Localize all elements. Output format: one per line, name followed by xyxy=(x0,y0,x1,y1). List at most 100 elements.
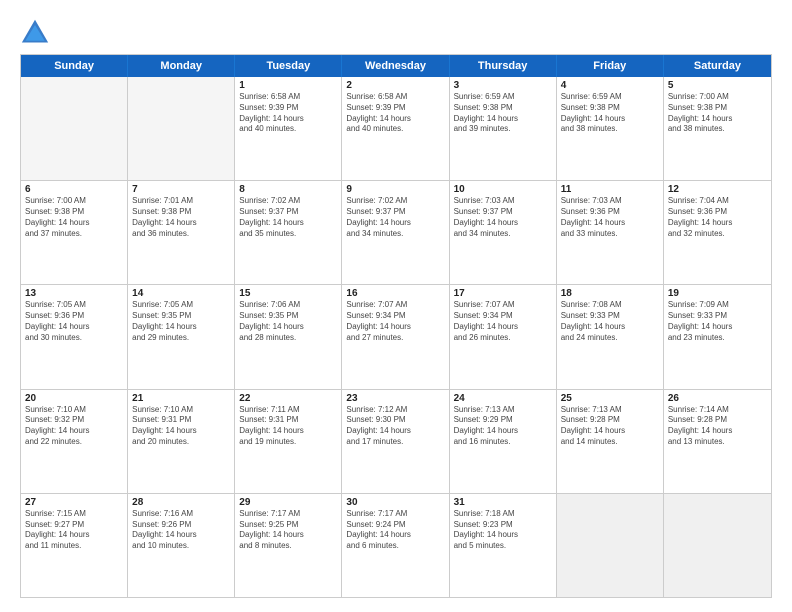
cell-info-line: Daylight: 14 hours xyxy=(454,322,552,333)
day-number: 7 xyxy=(132,184,230,195)
day-number: 4 xyxy=(561,80,659,91)
day-number: 31 xyxy=(454,497,552,508)
calendar-cell-2-5: 10Sunrise: 7:03 AMSunset: 9:37 PMDayligh… xyxy=(450,181,557,284)
cell-info-line: Sunset: 9:38 PM xyxy=(132,207,230,218)
cell-info-line: Sunset: 9:37 PM xyxy=(239,207,337,218)
cell-info-line: Sunrise: 7:00 AM xyxy=(668,92,767,103)
cell-info-line: and 24 minutes. xyxy=(561,333,659,344)
calendar-row-4: 20 Sunrise: 7:10 AM Sunset: 9:32 PM Dayligh… xyxy=(21,389,771,493)
cell-info-line: Sunset: 9:37 PM xyxy=(454,207,552,218)
cell-info-line: Sunset: 9:28 PM xyxy=(561,415,659,426)
cell-info-line: and 40 minutes. xyxy=(239,124,337,135)
day-number: 8 xyxy=(239,184,337,195)
cell-info-line: Sunrise: 7:07 AM xyxy=(454,300,552,311)
cell-info-line: and 30 minutes. xyxy=(25,333,123,344)
cell-info-line: Daylight: 14 hours xyxy=(25,218,123,229)
cell-info-line: Sunset: 9:36 PM xyxy=(561,207,659,218)
calendar-cell-3-6: 18Sunrise: 7:08 AMSunset: 9:33 PMDayligh… xyxy=(557,285,664,388)
calendar-cell-1-6: 4Sunrise: 6:59 AMSunset: 9:38 PMDaylight… xyxy=(557,77,664,180)
cell-info-line: Sunset: 9:27 PM xyxy=(25,520,123,531)
weekday-header-wednesday: Wednesday xyxy=(342,55,449,77)
cell-info-line: Sunrise: 7:03 AM xyxy=(454,196,552,207)
calendar-cell-3-3: 15Sunrise: 7:06 AMSunset: 9:35 PMDayligh… xyxy=(235,285,342,388)
cell-info-line: Sunrise: 7:06 AM xyxy=(239,300,337,311)
day-number: 30 xyxy=(346,497,444,508)
cell-info-line: Daylight: 14 hours xyxy=(132,530,230,541)
calendar-row-5: 27Sunrise: 7:15 AMSunset: 9:27 PMDayligh… xyxy=(21,493,771,597)
cell-info-line: Sunrise: 7:10 AM xyxy=(132,405,230,416)
cell-info-line: Sunrise: 7:09 AM xyxy=(668,300,767,311)
cell-info-line: Sunset: 9:30 PM xyxy=(346,415,444,426)
cell-info-line: and 23 minutes. xyxy=(668,333,767,344)
calendar-cell-1-4: 2Sunrise: 6:58 AMSunset: 9:39 PMDaylight… xyxy=(342,77,449,180)
calendar-cell-4-6: 25Sunrise: 7:13 AMSunset: 9:28 PMDayligh… xyxy=(557,390,664,493)
cell-info-line: Sunrise: 7:16 AM xyxy=(132,509,230,520)
cell-info-line: and 5 minutes. xyxy=(454,541,552,552)
calendar-cell-3-4: 16Sunrise: 7:07 AMSunset: 9:34 PMDayligh… xyxy=(342,285,449,388)
cell-info-line: Sunset: 9:38 PM xyxy=(668,103,767,114)
cell-info-line: Sunset: 9:32 PM xyxy=(25,415,123,426)
cell-info-line: Sunrise: 7:15 AM xyxy=(25,509,123,520)
calendar-cell-1-1 xyxy=(21,77,128,180)
cell-info-line: Daylight: 14 hours xyxy=(454,530,552,541)
cell-info-line: and 37 minutes. xyxy=(25,229,123,240)
cell-info-line: Sunrise: 7:11 AM xyxy=(239,405,337,416)
day-number: 22 xyxy=(239,393,337,404)
weekday-header-monday: Monday xyxy=(128,55,235,77)
weekday-header-tuesday: Tuesday xyxy=(235,55,342,77)
cell-info-line: Sunset: 9:25 PM xyxy=(239,520,337,531)
cell-info-line: Daylight: 14 hours xyxy=(561,322,659,333)
cell-info-line: Daylight: 14 hours xyxy=(346,322,444,333)
day-number: 2 xyxy=(346,80,444,91)
day-number: 19 xyxy=(668,288,767,299)
cell-info-line: Sunrise: 7:13 AM xyxy=(561,405,659,416)
cell-info-line: Sunrise: 7:03 AM xyxy=(561,196,659,207)
cell-info-line: Daylight: 14 hours xyxy=(561,426,659,437)
day-number: 6 xyxy=(25,184,123,195)
day-number: 12 xyxy=(668,184,767,195)
cell-info-line: Daylight: 14 hours xyxy=(132,218,230,229)
weekday-header-saturday: Saturday xyxy=(664,55,771,77)
cell-info-line: Sunset: 9:35 PM xyxy=(239,311,337,322)
day-number: 28 xyxy=(132,497,230,508)
calendar-row-2: 6Sunrise: 7:00 AMSunset: 9:38 PMDaylight… xyxy=(21,180,771,284)
calendar-cell-4-3: 22Sunrise: 7:11 AMSunset: 9:31 PMDayligh… xyxy=(235,390,342,493)
day-number: 9 xyxy=(346,184,444,195)
cell-info-line: and 14 minutes. xyxy=(561,437,659,448)
cell-info-line: Sunset: 9:38 PM xyxy=(561,103,659,114)
day-number: 23 xyxy=(346,393,444,404)
cell-info-line: Daylight: 14 hours xyxy=(668,322,767,333)
cell-info-line: Daylight: 14 hours xyxy=(454,114,552,125)
calendar-cell-2-6: 11Sunrise: 7:03 AMSunset: 9:36 PMDayligh… xyxy=(557,181,664,284)
page: SundayMondayTuesdayWednesdayThursdayFrid… xyxy=(0,0,792,612)
cell-info-line: Daylight: 14 hours xyxy=(25,322,123,333)
calendar-cell-3-1: 13Sunrise: 7:05 AMSunset: 9:36 PMDayligh… xyxy=(21,285,128,388)
cell-info-line: Sunset: 9:39 PM xyxy=(346,103,444,114)
cell-info-line: and 22 minutes. xyxy=(25,437,123,448)
cell-info-line: Sunrise: 7:05 AM xyxy=(132,300,230,311)
calendar-body: 1Sunrise: 6:58 AMSunset: 9:39 PMDaylight… xyxy=(21,77,771,597)
cell-info-line: Sunset: 9:34 PM xyxy=(346,311,444,322)
day-number: 10 xyxy=(454,184,552,195)
cell-info-line: Daylight: 14 hours xyxy=(668,426,767,437)
cell-info-line: Sunrise: 6:59 AM xyxy=(561,92,659,103)
cell-info-line: Daylight: 14 hours xyxy=(454,218,552,229)
cell-info-line: Daylight: 14 hours xyxy=(132,322,230,333)
cell-info-line: Sunrise: 7:02 AM xyxy=(239,196,337,207)
cell-info-line: Daylight: 14 hours xyxy=(239,218,337,229)
cell-info-line: and 38 minutes. xyxy=(668,124,767,135)
cell-info-line: and 33 minutes. xyxy=(561,229,659,240)
day-number: 13 xyxy=(25,288,123,299)
cell-info-line: and 27 minutes. xyxy=(346,333,444,344)
calendar-row-1: 1Sunrise: 6:58 AMSunset: 9:39 PMDaylight… xyxy=(21,77,771,180)
calendar-cell-2-3: 8Sunrise: 7:02 AMSunset: 9:37 PMDaylight… xyxy=(235,181,342,284)
cell-info-line: Sunset: 9:29 PM xyxy=(454,415,552,426)
calendar-cell-3-2: 14Sunrise: 7:05 AMSunset: 9:35 PMDayligh… xyxy=(128,285,235,388)
cell-info-line: and 16 minutes. xyxy=(454,437,552,448)
day-number: 20 xyxy=(25,393,123,404)
cell-info-line: Sunset: 9:33 PM xyxy=(561,311,659,322)
cell-info-line: and 8 minutes. xyxy=(239,541,337,552)
calendar-cell-4-4: 23Sunrise: 7:12 AMSunset: 9:30 PMDayligh… xyxy=(342,390,449,493)
calendar-cell-2-4: 9Sunrise: 7:02 AMSunset: 9:37 PMDaylight… xyxy=(342,181,449,284)
cell-info-line: Sunset: 9:28 PM xyxy=(668,415,767,426)
